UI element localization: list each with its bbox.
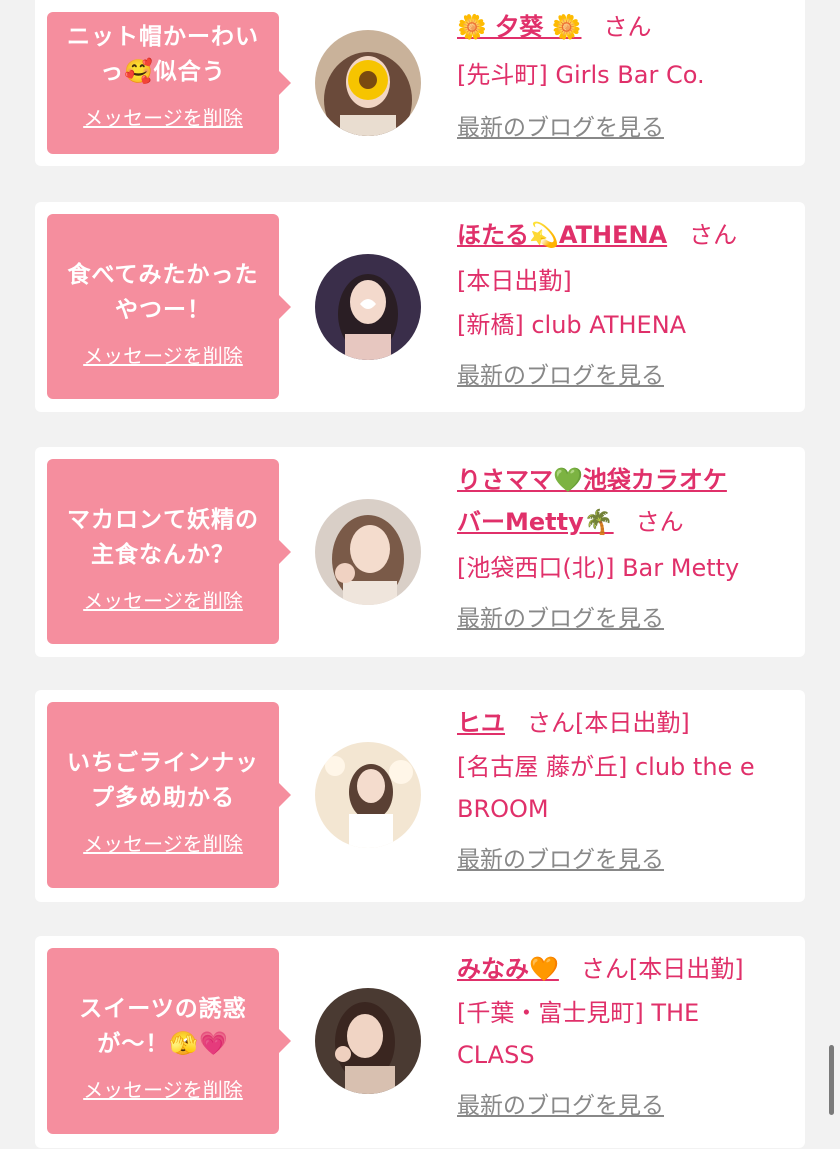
message-bubble: スイーツの誘惑 が〜！🫣💗 メッセージを削除 — [47, 948, 291, 1134]
avatar[interactable] — [315, 988, 421, 1094]
message-text-line: スイーツの誘惑 — [79, 996, 247, 1022]
avatar[interactable] — [315, 254, 421, 360]
latest-blog-link[interactable]: 最新のブログを見る — [457, 1093, 664, 1119]
delete-message-link[interactable]: メッセージを削除 — [83, 102, 243, 131]
message-bubble: マカロンて妖精の 主食なんか？ メッセージを削除 — [47, 459, 291, 644]
shop-info: [先斗町] Girls Bar Co. — [457, 61, 705, 89]
work-status: [本日出勤] — [457, 267, 572, 295]
cast-name-link[interactable]: 🌼 夕葵 🌼 — [457, 13, 581, 41]
shop-info: [池袋西口(北)] Bar Metty — [457, 554, 740, 582]
message-card: いちごラインナッ プ多め助かる メッセージを削除 ヒユ さん[本日出勤] [名古屋… — [35, 690, 805, 902]
cast-name-link-continued[interactable]: バーMetty🌴 — [457, 508, 614, 536]
cast-name-link[interactable]: ヒユ — [457, 709, 505, 737]
shop-info: [名古屋 藤が丘] club the e — [457, 753, 755, 781]
avatar[interactable] — [315, 499, 421, 605]
cast-info: 🌼 夕葵 🌼 さん [先斗町] Girls Bar Co. 最新のブログを見る — [457, 6, 802, 142]
shop-info-continued: BROOM — [457, 795, 549, 823]
shop-info: [新橋] club ATHENA — [457, 311, 687, 339]
work-status: [本日出勤] — [575, 709, 690, 737]
message-text-line: ニット帽かーわい — [67, 24, 259, 50]
message-text-line: 主食なんか？ — [91, 542, 235, 568]
message-text: ニット帽かーわい っ🥰似合う — [47, 12, 279, 90]
message-text-line: が〜！🫣💗 — [97, 1031, 229, 1057]
message-text-line: プ多め助かる — [91, 785, 235, 811]
cast-name-link[interactable]: りさママ💚池袋カラオケ — [457, 466, 727, 494]
message-bubble: 食べてみたかった やつー！ メッセージを削除 — [47, 214, 291, 399]
message-text: 食べてみたかった やつー！ — [47, 214, 279, 328]
avatar[interactable] — [315, 30, 421, 136]
honorific: さん — [603, 13, 652, 41]
message-card: ニット帽かーわい っ🥰似合う メッセージを削除 🌼 夕葵 🌼さん [先斗町] — [35, 0, 805, 166]
message-bubble: ニット帽かーわい っ🥰似合う メッセージを削除 — [47, 12, 291, 154]
cast-info: りさママ💚池袋カラオケ バーMetty🌴 さん [池袋西口(北)] Bar Met… — [457, 459, 802, 633]
cast-name-link[interactable]: ほたる💫ATHENA — [457, 221, 667, 249]
message-bubble: いちごラインナッ プ多め助かる メッセージを削除 — [47, 702, 291, 888]
latest-blog-link[interactable]: 最新のブログを見る — [457, 115, 664, 141]
message-card: 食べてみたかった やつー！ メッセージを削除 ほたる💫ATHENA さん [本日出… — [35, 202, 805, 412]
cast-info: ほたる💫ATHENA さん [本日出勤] [新橋] club ATHENA 最新の… — [457, 214, 802, 390]
message-text: マカロンて妖精の 主食なんか？ — [47, 459, 279, 573]
message-text-line: マカロンて妖精の — [67, 507, 259, 533]
delete-message-link[interactable]: メッセージを削除 — [83, 585, 243, 614]
cast-info: ヒユ さん[本日出勤] [名古屋 藤が丘] club the e BROOM 最新… — [457, 702, 802, 874]
avatar-image — [315, 499, 421, 605]
message-text-line: 食べてみたかった — [67, 262, 259, 288]
message-card: マカロンて妖精の 主食なんか？ メッセージを削除 りさママ💚池袋カラオケ バーM… — [35, 447, 805, 657]
avatar-image — [315, 30, 421, 136]
flower-sticker-icon — [348, 60, 388, 100]
work-status: [本日出勤] — [628, 955, 744, 983]
message-text: いちごラインナッ プ多め助かる — [47, 702, 279, 816]
delete-message-link[interactable]: メッセージを削除 — [83, 340, 243, 369]
avatar[interactable] — [315, 742, 421, 848]
avatar-image — [315, 988, 421, 1094]
latest-blog-link[interactable]: 最新のブログを見る — [457, 363, 664, 389]
message-text-line: やつー！ — [115, 297, 211, 323]
avatar-image — [315, 742, 421, 848]
scrollbar[interactable] — [829, 1045, 834, 1115]
message-text: スイーツの誘惑 が〜！🫣💗 — [47, 948, 279, 1062]
latest-blog-link[interactable]: 最新のブログを見る — [457, 606, 664, 632]
honorific: さん — [527, 709, 575, 737]
message-card: スイーツの誘惑 が〜！🫣💗 メッセージを削除 みなみ🧡 さん[本日出勤] [千葉・… — [35, 936, 805, 1148]
latest-blog-link[interactable]: 最新のブログを見る — [457, 847, 664, 873]
message-text-line: いちごラインナッ — [67, 750, 259, 776]
cast-info: みなみ🧡 さん[本日出勤] [千葉・富士見町] THE CLASS 最新のブログを… — [457, 948, 802, 1120]
message-text-line: っ🥰似合う — [100, 59, 226, 85]
cast-name-link[interactable]: みなみ🧡 — [457, 955, 559, 983]
delete-message-link[interactable]: メッセージを削除 — [83, 828, 243, 857]
shop-info-continued: CLASS — [457, 1041, 535, 1069]
honorific: さん — [689, 221, 738, 249]
avatar-image — [315, 254, 421, 360]
shop-info: [千葉・富士見町] THE — [457, 999, 700, 1027]
honorific: さん — [635, 508, 684, 536]
delete-message-link[interactable]: メッセージを削除 — [83, 1074, 243, 1103]
honorific: さん — [580, 955, 629, 983]
